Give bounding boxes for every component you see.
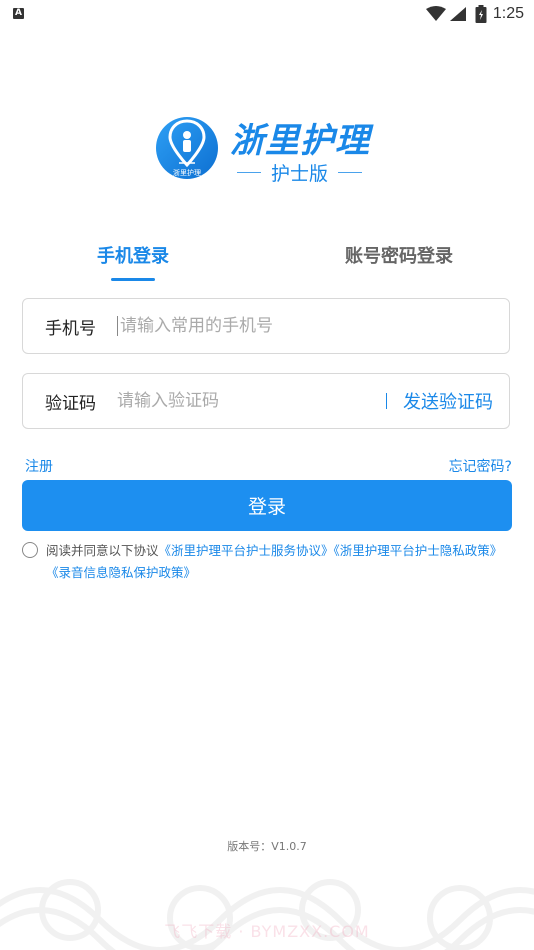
logo-badge-text: 浙里护理 [173,168,201,177]
app-name: 浙里护理 [230,121,370,161]
divider-line [237,171,261,173]
phone-input[interactable] [120,316,509,336]
agreement-prefix: 阅读并同意以下协议 [46,543,159,558]
active-tab-indicator [111,278,155,281]
status-icons: 1:25 [425,4,524,24]
battery-icon [475,5,487,23]
wifi-icon [425,6,446,21]
status-bar: A 1:25 [0,0,534,28]
version-label: 版本号：V1.0.7 [227,840,307,853]
watermark: 飞飞下载 · BYMZXX.COM [164,922,370,941]
notification-icon: A [13,8,24,19]
app-logo: 浙里护理 浙里护理 护士版 [155,113,385,185]
service-agreement-link[interactable]: 《浙里护理平台护士服务协议》 [159,543,334,558]
text-caret [117,316,118,336]
status-time: 1:25 [492,5,524,22]
register-link[interactable]: 注册 [25,456,53,476]
signal-icon [449,7,466,21]
login-tabs: 手机登录 账号密码登录 [0,238,534,286]
tab-account-login[interactable]: 账号密码登录 [345,242,453,268]
phone-label: 手机号 [45,318,96,339]
code-input[interactable] [117,391,386,411]
tab-phone-login[interactable]: 手机登录 [97,242,169,268]
edition-row: 护士版 [237,159,362,185]
login-button[interactable]: 登录 [22,480,512,531]
logo-badge-icon: 浙里护理 [156,117,218,179]
agreement-radio[interactable] [22,542,38,558]
code-divider [386,393,387,409]
code-field: 验证码 发送验证码 [22,373,510,429]
code-label: 验证码 [45,393,96,414]
send-code-button[interactable]: 发送验证码 [403,388,493,414]
recording-privacy-link[interactable]: 《录音信息隐私保护政策》 [46,565,196,580]
phone-field: 手机号 [22,298,510,354]
divider-line [337,171,362,173]
forgot-password-link[interactable]: 忘记密码? [449,456,512,476]
privacy-policy-link[interactable]: 《浙里护理平台护士隐私政策》 [334,543,503,558]
edition-label: 护士版 [270,162,328,185]
agreement-text: 阅读并同意以下协议《浙里护理平台护士服务协议》《浙里护理平台护士隐私政策》《录音… [46,540,516,584]
